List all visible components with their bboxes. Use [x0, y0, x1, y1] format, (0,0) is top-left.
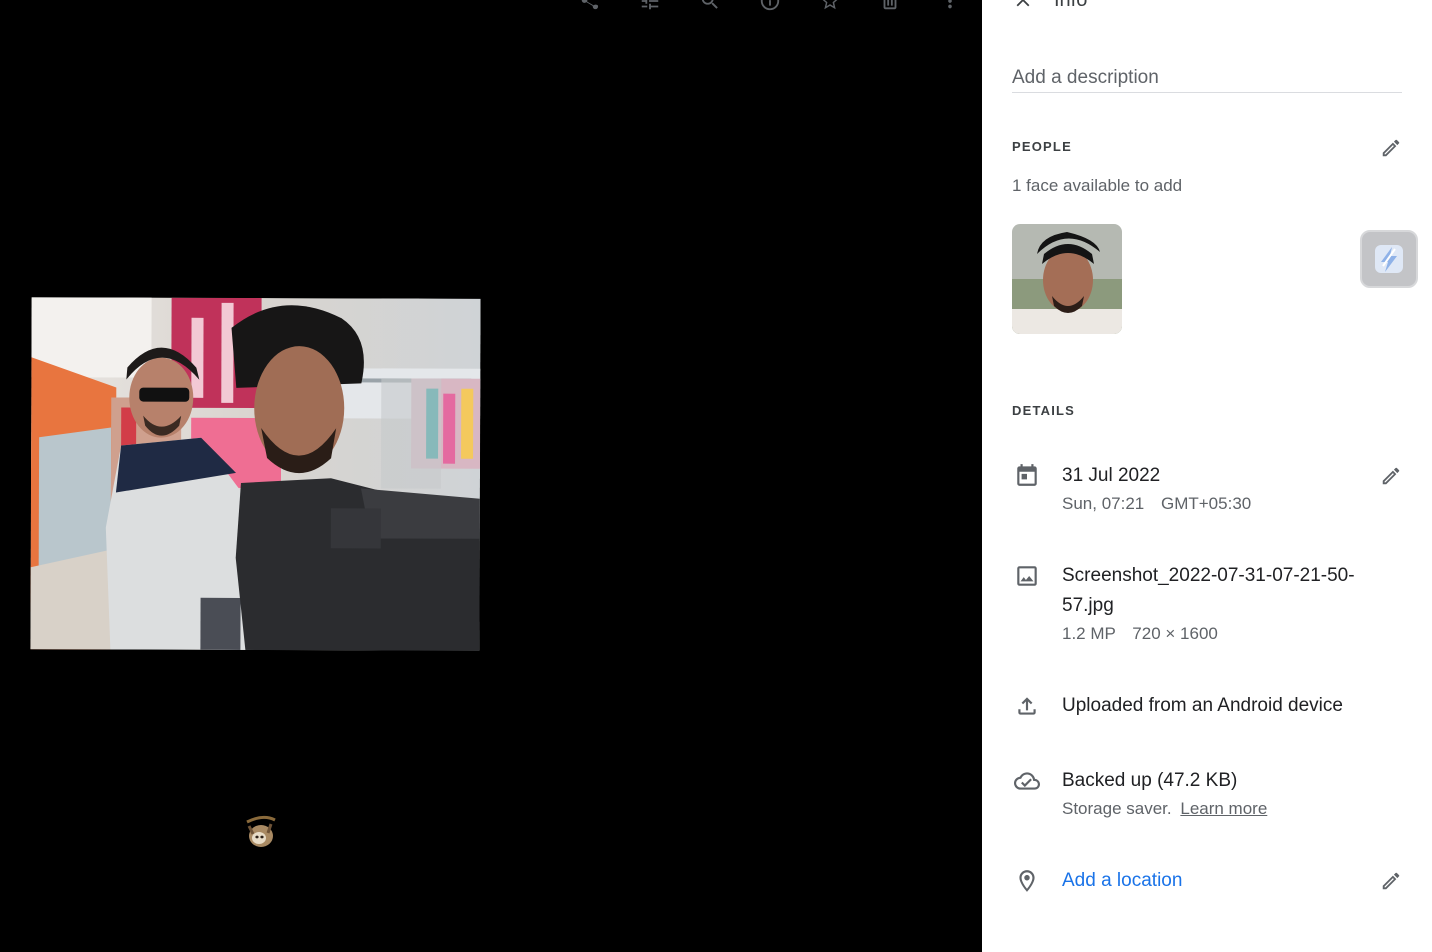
megapixels: 1.2 MP: [1062, 624, 1116, 643]
photo-image: [30, 297, 481, 651]
edit-location-button[interactable]: [1379, 869, 1403, 893]
edit-photo-button[interactable]: [620, 0, 680, 16]
file-meta: 1.2 MP 720 × 1600: [1062, 624, 1218, 644]
edit-people-button[interactable]: [1379, 136, 1403, 160]
edit-date-button[interactable]: [1379, 464, 1403, 488]
calendar-icon: [1014, 462, 1040, 488]
timezone: GMT+05:30: [1160, 494, 1252, 513]
file-name-line-1: Screenshot_2022-07-31-07-21-50-: [1062, 565, 1355, 586]
delete-button[interactable]: [860, 0, 920, 16]
tune-icon: [641, 0, 659, 10]
info-button[interactable]: [740, 0, 800, 16]
pencil-icon: [1382, 467, 1400, 485]
location-pin-icon: [1014, 868, 1040, 894]
people-section-label: PEOPLE: [1012, 139, 1072, 154]
panel-header: Info: [1012, 0, 1087, 14]
pencil-icon: [1382, 872, 1400, 890]
close-button[interactable]: [1012, 0, 1034, 11]
backup-subtext: Storage saver. Learn more: [1062, 799, 1267, 819]
more-icon: [948, 0, 952, 9]
date-text: 31 Jul 2022: [1062, 465, 1161, 486]
main-photo: [30, 297, 481, 651]
extension-button[interactable]: [1360, 230, 1418, 288]
day-time: Sun, 07:21: [1062, 494, 1145, 513]
zoom-icon: [701, 0, 718, 9]
photo-viewer: [0, 0, 982, 952]
faces-available-text: 1 face available to add: [1012, 176, 1183, 195]
share-icon: [581, 0, 599, 10]
upload-source-text: Uploaded from an Android device: [1062, 695, 1343, 716]
sloth-sticker: [243, 812, 279, 850]
bolt-icon: [1375, 245, 1403, 273]
favorite-button[interactable]: [800, 0, 860, 16]
zoom-button[interactable]: [680, 0, 740, 16]
viewer-toolbar: [560, 0, 980, 16]
image-icon: [1014, 563, 1040, 589]
panel-title: Info: [1054, 0, 1087, 12]
file-name-line-2: 57.jpg: [1062, 595, 1114, 616]
close-icon: [1016, 0, 1030, 7]
dimensions: 720 × 1600: [1132, 624, 1218, 643]
face-thumbnail[interactable]: [1012, 224, 1122, 334]
storage-saver-text: Storage saver.: [1062, 799, 1172, 818]
learn-more-link[interactable]: Learn more: [1180, 799, 1267, 818]
details-section-label: DETAILS: [1012, 403, 1076, 418]
upload-icon: [1014, 693, 1040, 719]
add-location-link[interactable]: Add a location: [1062, 866, 1182, 896]
date-subtext: Sun, 07:21 GMT+05:30: [1062, 494, 1251, 514]
info-panel: Info PEOPLE 1 face available to add DETA…: [982, 0, 1432, 952]
cloud-done-icon: [1014, 768, 1040, 794]
backup-status-text: Backed up (47.2 KB): [1062, 770, 1238, 791]
delete-icon: [883, 0, 897, 10]
more-options-button[interactable]: [920, 0, 980, 16]
favorite-icon: [822, 0, 838, 10]
info-icon: [760, 0, 780, 11]
share-button[interactable]: [560, 0, 620, 16]
description-input[interactable]: [1012, 64, 1402, 93]
pencil-icon: [1382, 139, 1400, 157]
